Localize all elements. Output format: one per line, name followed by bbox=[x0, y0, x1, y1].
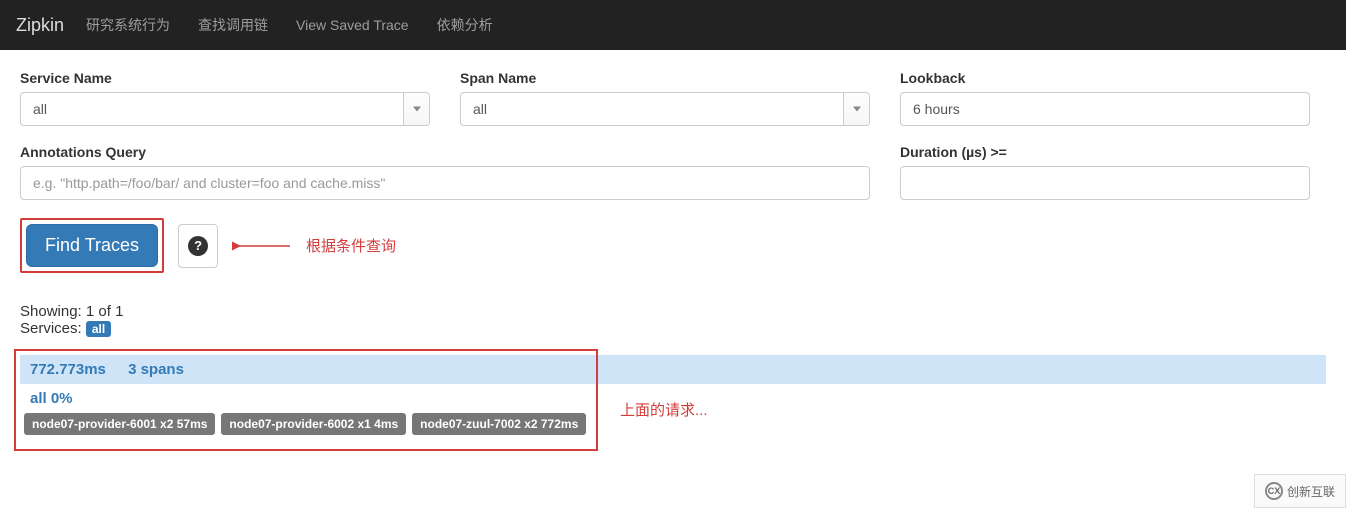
annotations-query-input[interactable] bbox=[20, 166, 870, 200]
logo-icon: CX bbox=[1265, 482, 1283, 500]
trace-header: 772.773ms 3 spans bbox=[20, 355, 1326, 384]
duration-input[interactable] bbox=[900, 166, 1310, 200]
lookback-select[interactable]: 6 hours bbox=[900, 92, 1310, 126]
services-badge: all bbox=[86, 321, 111, 337]
help-button[interactable]: ? bbox=[178, 224, 218, 268]
trace-subline: all 0% bbox=[20, 384, 1326, 413]
brand[interactable]: Zipkin bbox=[16, 15, 64, 36]
lookback-value: 6 hours bbox=[913, 101, 960, 117]
span-name-value: all bbox=[473, 101, 487, 117]
showing-prefix: Showing: bbox=[20, 303, 86, 320]
search-form: Service Name all Span Name all Lookback … bbox=[0, 50, 1346, 465]
trace-span-count: 3 spans bbox=[128, 361, 184, 378]
summary: Showing: 1 of 1 Services: all bbox=[20, 303, 1326, 337]
services-line: Services: all bbox=[20, 320, 1326, 337]
showing-shown: 1 bbox=[86, 303, 94, 320]
arrow-icon bbox=[232, 236, 292, 256]
services-label: Services: bbox=[20, 320, 86, 337]
navbar: Zipkin 研究系统行为 查找调用链 View Saved Trace 依赖分… bbox=[0, 0, 1346, 50]
nav-item-view-saved-trace[interactable]: View Saved Trace bbox=[282, 0, 423, 50]
showing-line: Showing: 1 of 1 bbox=[20, 303, 1326, 320]
chevron-down-icon bbox=[853, 107, 861, 112]
find-traces-highlight: Find Traces bbox=[20, 218, 164, 273]
service-name-label: Service Name bbox=[20, 70, 430, 86]
lookback-label: Lookback bbox=[900, 70, 1310, 86]
trace-tags: node07-provider-6001 x2 57ms node07-prov… bbox=[20, 413, 1326, 445]
annotations-query-label: Annotations Query bbox=[20, 144, 870, 160]
nav-item-find-trace[interactable]: 查找调用链 bbox=[184, 0, 282, 50]
duration-label: Duration (µs) >= bbox=[900, 144, 1310, 160]
chevron-down-icon bbox=[413, 107, 421, 112]
service-name-value: all bbox=[33, 101, 47, 117]
showing-of: of bbox=[94, 303, 115, 320]
find-traces-button[interactable]: Find Traces bbox=[26, 224, 158, 267]
find-hint-annotation: 根据条件查询 bbox=[306, 235, 396, 256]
corner-logo: CX 创新互联 bbox=[1254, 474, 1346, 508]
showing-total: 1 bbox=[115, 303, 123, 320]
trace-result[interactable]: 772.773ms 3 spans all 0% node07-provider… bbox=[20, 355, 1326, 445]
service-name-select[interactable]: all bbox=[20, 92, 430, 126]
question-icon: ? bbox=[188, 236, 208, 256]
logo-text: 创新互联 bbox=[1287, 483, 1335, 500]
trace-duration: 772.773ms bbox=[30, 361, 106, 378]
service-tag: node07-provider-6002 x1 4ms bbox=[221, 413, 406, 435]
nav-item-investigate[interactable]: 研究系统行为 bbox=[72, 0, 184, 50]
span-name-label: Span Name bbox=[460, 70, 870, 86]
nav-item-dependencies[interactable]: 依赖分析 bbox=[423, 0, 507, 50]
service-tag: node07-provider-6001 x2 57ms bbox=[24, 413, 215, 435]
service-tag: node07-zuul-7002 x2 772ms bbox=[412, 413, 586, 435]
span-name-select[interactable]: all bbox=[460, 92, 870, 126]
